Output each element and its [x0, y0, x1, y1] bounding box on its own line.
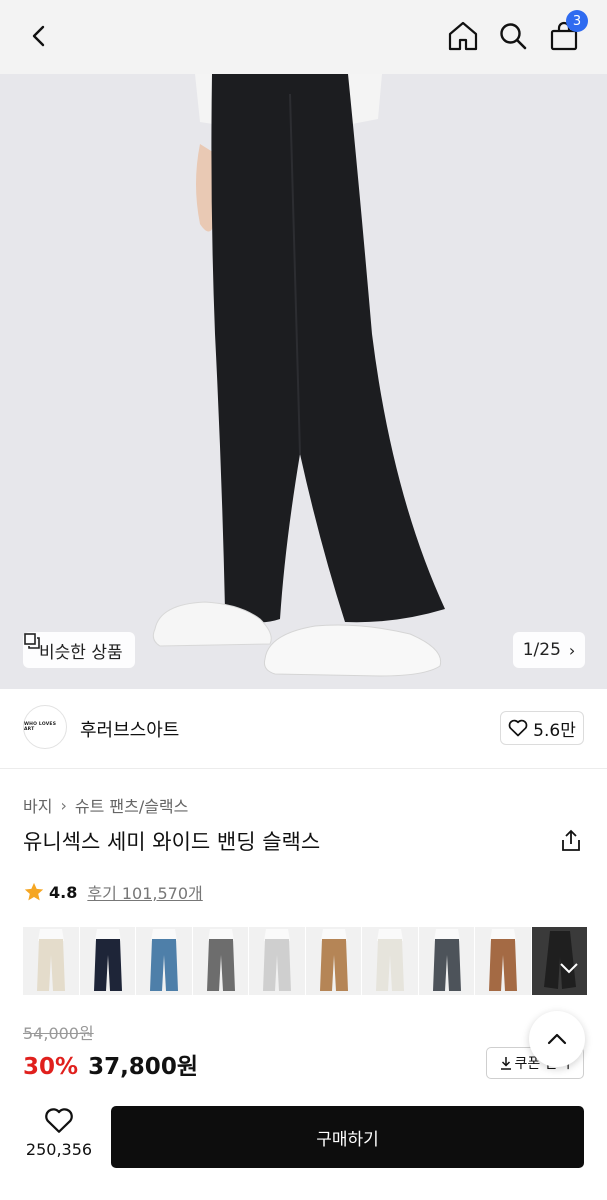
color-swatch[interactable]: [362, 927, 418, 995]
breadcrumb: 바지 › 슈트 팬츠/슬랙스: [23, 793, 188, 817]
share-button[interactable]: [559, 828, 583, 854]
scroll-to-top-button[interactable]: [529, 1011, 585, 1067]
share-icon: [562, 829, 580, 851]
bottom-action-bar: 250,356 구매하기: [0, 1093, 607, 1200]
top-navigation-bar: 3: [0, 0, 607, 74]
sale-price: 37,800원: [88, 1054, 198, 1080]
breadcrumb-subcategory[interactable]: 슈트 팬츠/슬랙스: [75, 793, 189, 817]
swatch-pants-thumbnail: [432, 929, 461, 991]
chevron-right-icon: ›: [568, 640, 576, 660]
swatch-pants-thumbnail: [150, 929, 178, 991]
back-button[interactable]: [18, 14, 62, 58]
rating-row: 4.8 후기 101,570개: [23, 880, 203, 904]
brand-likes-count: 5.6만: [533, 720, 576, 741]
home-button[interactable]: [441, 14, 485, 58]
reviews-link[interactable]: 후기 101,570개: [87, 880, 202, 904]
chevron-up-icon: [547, 1033, 567, 1045]
swatch-pants-thumbnail: [93, 929, 122, 991]
wishlist-count: 250,356: [25, 1140, 93, 1159]
chevron-right-icon: ›: [60, 795, 67, 815]
heart-outline-icon: [508, 719, 528, 737]
product-title: 유니섹스 세미 와이드 밴딩 슬랙스: [23, 830, 321, 854]
download-icon: [500, 1056, 512, 1070]
image-counter-button[interactable]: 1/25 ›: [513, 632, 585, 668]
color-swatch[interactable]: [136, 927, 192, 995]
swatch-pants-thumbnail: [263, 929, 291, 991]
buy-button[interactable]: 구매하기: [111, 1106, 584, 1168]
star-icon: [23, 881, 45, 903]
wishlist-button[interactable]: 250,356: [20, 1107, 98, 1159]
discount-rate: 30%: [23, 1054, 79, 1080]
similar-products-label: 비슷한 상품: [39, 642, 123, 663]
product-image-gallery[interactable]: 비슷한 상품 1/25 ›: [0, 74, 607, 689]
brand-like-button[interactable]: 5.6만: [500, 711, 584, 745]
cart-button[interactable]: 3: [542, 10, 588, 58]
color-swatch[interactable]: [79, 927, 135, 995]
color-swatch[interactable]: [475, 927, 531, 995]
swatch-pants-thumbnail: [319, 929, 348, 991]
brand-logo[interactable]: WHO LOVES ART: [23, 705, 67, 749]
heart-outline-icon: [20, 1107, 98, 1134]
similar-products-button[interactable]: 비슷한 상품: [23, 632, 135, 668]
search-icon: [500, 23, 527, 50]
chevron-left-icon: [32, 25, 45, 47]
product-photo: [0, 74, 607, 689]
sale-price-row: 30% 37,800원: [23, 1047, 198, 1081]
color-swatch-list: [23, 927, 587, 995]
swatch-pants-thumbnail: [489, 929, 517, 991]
search-button[interactable]: [491, 14, 535, 58]
color-swatch[interactable]: [305, 927, 361, 995]
home-icon: [448, 21, 478, 51]
color-swatch[interactable]: [531, 927, 587, 995]
swatch-pants-thumbnail: [376, 929, 404, 991]
cart-count-badge: 3: [566, 10, 588, 32]
color-swatch[interactable]: [192, 927, 248, 995]
swatch-pants-thumbnail: [37, 929, 65, 991]
color-swatch[interactable]: [249, 927, 305, 995]
breadcrumb-category[interactable]: 바지: [23, 793, 52, 817]
color-swatch[interactable]: [418, 927, 474, 995]
color-swatch[interactable]: [23, 927, 79, 995]
brand-row: WHO LOVES ART 후러브스아트 5.6만: [0, 689, 607, 769]
original-price: 54,000원: [23, 1024, 94, 1043]
swatch-pants-thumbnail: [206, 929, 235, 991]
brand-name[interactable]: 후러브스아트: [80, 716, 179, 742]
image-counter-text: 1/25: [522, 640, 561, 660]
rating-score: 4.8: [49, 882, 78, 902]
